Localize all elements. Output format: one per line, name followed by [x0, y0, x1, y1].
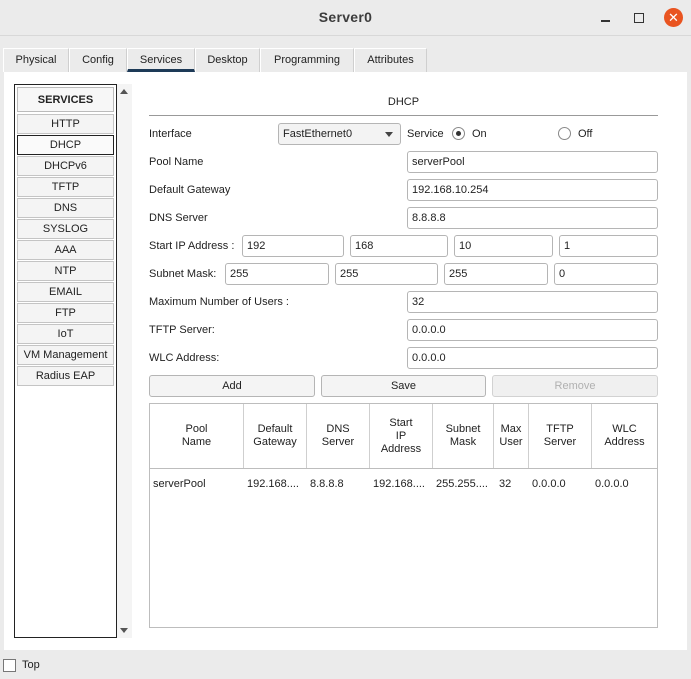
services-content: SERVICES HTTP DHCP DHCPv6 TFTP DNS SYSLO…	[4, 72, 687, 650]
start-ip-octet-4[interactable]: 1	[559, 235, 658, 257]
cell-subnet-mask: 255.255....	[436, 478, 488, 490]
title-bar: Server0 ✕	[0, 0, 691, 36]
tab-programming[interactable]: Programming	[260, 48, 354, 72]
service-item-dhcp[interactable]: DHCP	[17, 135, 114, 155]
chevron-down-icon	[385, 132, 393, 137]
remove-button[interactable]: Remove	[492, 375, 658, 397]
subnet-octet-1[interactable]: 255	[225, 263, 329, 285]
column-header-pool-name[interactable]: Pool Name	[150, 404, 244, 468]
service-on-label: On	[472, 128, 487, 140]
gateway-label: Default Gateway	[149, 184, 231, 196]
column-header-start-ip[interactable]: Start IP Address	[370, 404, 433, 468]
cell-tftp-server: 0.0.0.0	[532, 478, 566, 490]
tab-services[interactable]: Services	[127, 48, 195, 72]
top-checkbox[interactable]	[3, 659, 16, 672]
scroll-up-icon[interactable]	[120, 89, 128, 94]
cell-default-gateway: 192.168....	[247, 478, 299, 490]
start-ip-octet-1[interactable]: 192	[242, 235, 344, 257]
max-users-input[interactable]: 32	[407, 291, 658, 313]
subnet-octet-2[interactable]: 255	[335, 263, 438, 285]
column-header-subnet-mask[interactable]: Subnet Mask	[433, 404, 494, 468]
column-header-tftp-server[interactable]: TFTP Server	[529, 404, 592, 468]
max-users-label: Maximum Number of Users :	[149, 296, 289, 308]
services-list: SERVICES HTTP DHCP DHCPv6 TFTP DNS SYSLO…	[14, 84, 117, 638]
save-button[interactable]: Save	[321, 375, 486, 397]
cell-dns-server: 8.8.8.8	[310, 478, 344, 490]
tftp-input[interactable]: 0.0.0.0	[407, 319, 658, 341]
tab-attributes[interactable]: Attributes	[354, 48, 427, 72]
dns-label: DNS Server	[149, 212, 208, 224]
tab-config[interactable]: Config	[69, 48, 127, 72]
column-header-wlc-address[interactable]: WLC Address	[592, 404, 657, 468]
service-on-radio[interactable]	[452, 127, 465, 140]
interface-value: FastEthernet0	[283, 128, 353, 140]
scroll-down-icon[interactable]	[120, 628, 128, 633]
service-item-radius-eap[interactable]: Radius EAP	[17, 366, 114, 386]
service-item-iot[interactable]: IoT	[17, 324, 114, 344]
start-ip-label: Start IP Address :	[149, 240, 235, 252]
cell-pool-name: serverPool	[153, 478, 206, 490]
column-header-default-gateway[interactable]: Default Gateway	[244, 404, 307, 468]
minimize-icon[interactable]	[596, 9, 614, 27]
start-ip-octet-2[interactable]: 168	[350, 235, 448, 257]
service-item-vm-management[interactable]: VM Management	[17, 345, 114, 365]
bottom-bar: Top	[0, 650, 691, 679]
panel-title: DHCP	[387, 96, 420, 108]
service-item-tftp[interactable]: TFTP	[17, 177, 114, 197]
interface-select[interactable]: FastEthernet0	[278, 123, 401, 145]
maximize-icon[interactable]	[630, 9, 648, 27]
service-label: Service	[407, 128, 444, 140]
tab-desktop[interactable]: Desktop	[195, 48, 260, 72]
service-item-ftp[interactable]: FTP	[17, 303, 114, 323]
tab-bar: Physical Config Services Desktop Program…	[3, 48, 427, 72]
column-header-dns-server[interactable]: DNS Server	[307, 404, 370, 468]
add-button[interactable]: Add	[149, 375, 315, 397]
pool-name-label: Pool Name	[149, 156, 204, 168]
subnet-octet-4[interactable]: 0	[554, 263, 658, 285]
subnet-octet-3[interactable]: 255	[444, 263, 548, 285]
services-header: SERVICES	[17, 87, 114, 112]
tab-physical[interactable]: Physical	[3, 48, 69, 72]
pool-name-input[interactable]: serverPool	[407, 151, 658, 173]
service-off-label: Off	[578, 128, 593, 140]
service-item-email[interactable]: EMAIL	[17, 282, 114, 302]
gateway-input[interactable]: 192.168.10.254	[407, 179, 658, 201]
service-item-aaa[interactable]: AAA	[17, 240, 114, 260]
service-item-http[interactable]: HTTP	[17, 114, 114, 134]
cell-start-ip: 192.168....	[373, 478, 425, 490]
start-ip-octet-3[interactable]: 10	[454, 235, 553, 257]
close-icon[interactable]: ✕	[664, 8, 683, 27]
cell-max-user: 32	[499, 478, 512, 490]
column-header-max-user[interactable]: Max User	[494, 404, 529, 468]
services-scrollbar[interactable]	[117, 84, 132, 638]
service-item-syslog[interactable]: SYSLOG	[17, 219, 114, 239]
service-item-dns[interactable]: DNS	[17, 198, 114, 218]
service-item-dhcpv6[interactable]: DHCPv6	[17, 156, 114, 176]
interface-label: Interface	[149, 128, 192, 140]
subnet-label: Subnet Mask:	[149, 268, 217, 280]
wlc-label: WLC Address:	[149, 352, 220, 364]
service-item-ntp[interactable]: NTP	[17, 261, 114, 281]
top-checkbox-label: Top	[22, 659, 40, 671]
window-title: Server0	[318, 9, 373, 25]
table-header: Pool Name Default Gateway DNS Server Sta…	[150, 404, 657, 469]
tftp-label: TFTP Server:	[149, 324, 215, 336]
wlc-input[interactable]: 0.0.0.0	[407, 347, 658, 369]
cell-wlc-address: 0.0.0.0	[595, 478, 629, 490]
pool-table: Pool Name Default Gateway DNS Server Sta…	[149, 403, 658, 628]
service-off-radio[interactable]	[558, 127, 571, 140]
dns-input[interactable]: 8.8.8.8	[407, 207, 658, 229]
divider	[149, 115, 658, 116]
